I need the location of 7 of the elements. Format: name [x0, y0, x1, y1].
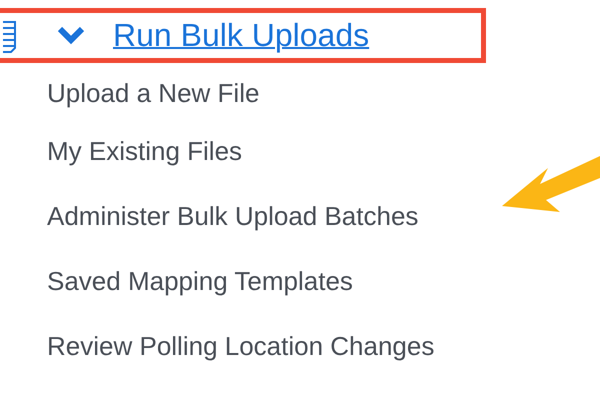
- menu-item[interactable]: Saved Mapping Templates: [47, 249, 353, 314]
- menu-item[interactable]: Administer Bulk Upload Batches: [47, 184, 418, 249]
- chevron-down-icon[interactable]: [57, 26, 85, 46]
- section-link[interactable]: Run Bulk Uploads: [113, 17, 370, 54]
- menu-item[interactable]: Review Polling Location Changes: [47, 314, 434, 379]
- menu-item[interactable]: My Existing Files: [47, 119, 242, 184]
- menu-item[interactable]: Upload a New File: [47, 63, 260, 119]
